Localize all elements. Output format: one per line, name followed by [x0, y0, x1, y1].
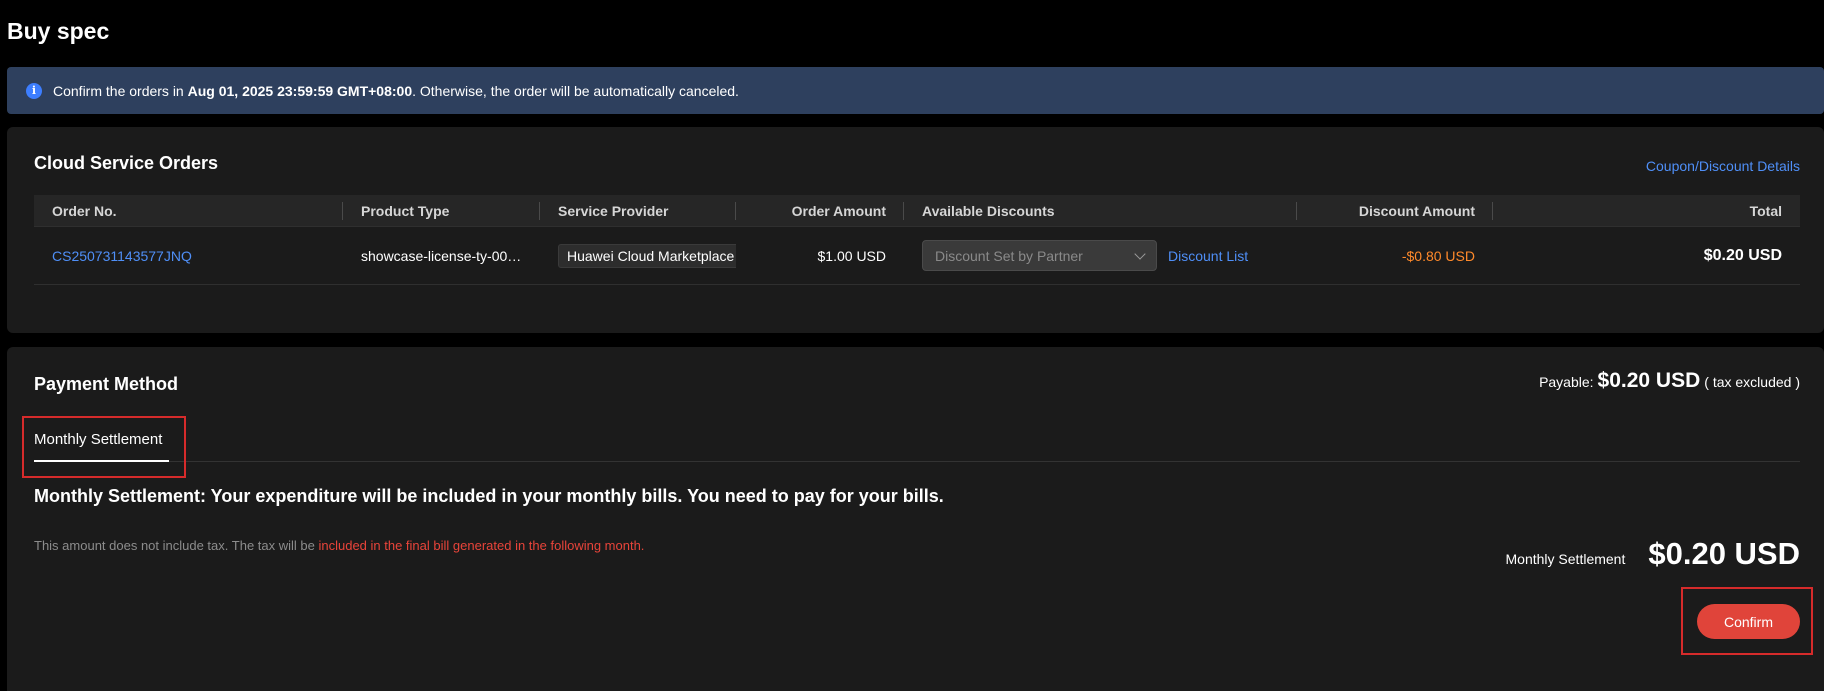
product-type-cell: showcase-license-ty-00… [361, 247, 522, 264]
cloud-service-orders-card: Cloud Service Orders Coupon/Discount Det… [7, 127, 1824, 333]
orders-table-header: Order No. Product Type Service Provider … [34, 195, 1800, 227]
order-deadline-notice: i Confirm the orders in Aug 01, 2025 23:… [7, 67, 1824, 114]
settlement-label: Monthly Settlement [1505, 551, 1626, 567]
tab-active-underline [34, 460, 169, 462]
discount-list-link[interactable]: Discount List [1168, 248, 1248, 264]
page-title: Buy spec [7, 18, 110, 44]
tab-divider [34, 461, 1800, 462]
discount-select-value: Discount Set by Partner [935, 247, 1083, 264]
col-discount-amount: Discount Amount [1297, 195, 1493, 226]
payable-summary: Payable: $0.20 USD ( tax excluded ) [1539, 369, 1800, 393]
service-provider-tag: Huawei Cloud Marketplace [558, 243, 736, 268]
payment-method-card: Payment Method Payable: $0.20 USD ( tax … [7, 347, 1824, 691]
total-cell: $0.20 USD [1703, 246, 1782, 264]
col-total: Total [1749, 202, 1782, 219]
tax-note-highlight: included in the final bill generated in … [318, 538, 645, 553]
chevron-down-icon [1134, 247, 1146, 260]
payable-amount: $0.20 USD [1597, 369, 1701, 392]
order-amount-cell: $1.00 USD [817, 247, 886, 264]
payable-note: ( tax excluded ) [1704, 374, 1800, 390]
col-product-type: Product Type [343, 195, 540, 226]
order-no-link[interactable]: CS250731143577JNQ [52, 248, 192, 264]
table-row: CS250731143577JNQ showcase-license-ty-00… [34, 227, 1800, 285]
notice-text: Confirm the orders in Aug 01, 2025 23:59… [53, 82, 739, 99]
tax-note: This amount does not include tax. The ta… [34, 538, 645, 553]
payment-method-title: Payment Method [34, 374, 179, 394]
tab-monthly-settlement[interactable]: Monthly Settlement [34, 431, 162, 448]
orders-table: Order No. Product Type Service Provider … [34, 195, 1800, 285]
col-order-no: Order No. [34, 195, 343, 226]
orders-title: Cloud Service Orders [34, 153, 219, 173]
settlement-summary: Monthly Settlement $0.20 USD [1506, 536, 1800, 572]
coupon-discount-details-link[interactable]: Coupon/Discount Details [1646, 158, 1800, 174]
notice-deadline: Aug 01, 2025 23:59:59 GMT+08:00 [187, 82, 413, 99]
confirm-button[interactable]: Confirm [1697, 604, 1800, 639]
info-icon: i [26, 82, 42, 99]
col-service-provider: Service Provider [540, 195, 736, 226]
col-order-amount: Order Amount [736, 195, 904, 226]
col-available-discounts: Available Discounts [904, 195, 1297, 226]
discount-amount-cell: -$0.80 USD [1401, 247, 1475, 264]
discount-select[interactable]: Discount Set by Partner [922, 240, 1157, 271]
buy-spec-page: Buy spec i Confirm the orders in Aug 01,… [0, 0, 1824, 691]
settlement-description: Monthly Settlement: Your expenditure wil… [34, 486, 944, 506]
settlement-amount: $0.20 USD [1648, 536, 1800, 571]
payable-label: Payable: [1539, 374, 1594, 390]
